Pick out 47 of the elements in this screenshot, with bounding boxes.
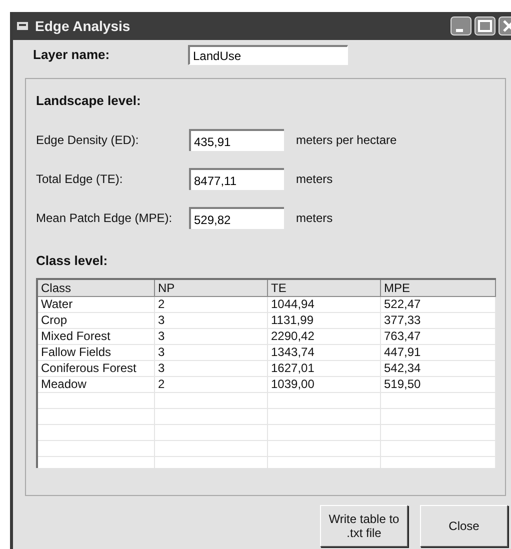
table-cell: 2 xyxy=(155,377,268,392)
metric-label: Mean Patch Edge (MPE): xyxy=(36,210,174,226)
table-cell: 2 xyxy=(155,297,268,312)
write-table-button[interactable]: Write table to .txt file xyxy=(320,505,408,547)
maximize-icon[interactable] xyxy=(474,16,496,36)
column-header[interactable]: Class xyxy=(38,280,155,297)
table-cell: 542,34 xyxy=(381,361,496,376)
table-cell: 522,47 xyxy=(381,297,496,312)
table-cell: Water xyxy=(38,297,155,312)
unit-label: meters xyxy=(296,210,333,226)
metric-field[interactable]: 8477,11 xyxy=(189,168,284,190)
section-heading: Landscape level: xyxy=(36,92,142,110)
table-cell: 1039,00 xyxy=(268,377,381,392)
window-icon xyxy=(17,21,29,31)
table-cell: 1343,74 xyxy=(268,345,381,360)
table-cell: Coniferous Forest xyxy=(38,361,155,376)
table-cell: Crop xyxy=(38,313,155,328)
unit-label: meters xyxy=(296,170,333,188)
metric-field[interactable]: 435,91 xyxy=(189,128,284,150)
column-header[interactable]: MPE xyxy=(381,280,496,297)
unit-label: meters per hectare xyxy=(296,132,397,148)
layer-name-label: Layer name: xyxy=(33,46,111,64)
table-cell: 447,91 xyxy=(381,345,496,360)
table-cell: Mixed Forest xyxy=(38,329,155,344)
table-cell: 1627,01 xyxy=(268,361,381,376)
column-header[interactable]: TE xyxy=(268,280,381,297)
window-title: Edge Analysis xyxy=(35,16,132,36)
table-cell: 1044,94 xyxy=(268,297,381,312)
table-cell: 1131,99 xyxy=(268,313,381,328)
section-heading: Class level: xyxy=(36,252,109,270)
table-cell: 3 xyxy=(155,345,268,360)
metric-label: Edge Density (ED): xyxy=(36,132,140,148)
table-cell: 3 xyxy=(155,329,268,344)
metric-field[interactable]: 529,82 xyxy=(189,206,284,228)
table-cell: 2290,42 xyxy=(268,329,381,344)
table-cell: 519,50 xyxy=(381,377,496,392)
table-cell: 3 xyxy=(155,361,268,376)
table-cell: 3 xyxy=(155,313,268,328)
metric-label: Total Edge (TE): xyxy=(36,170,124,188)
close-button[interactable]: Close xyxy=(420,505,508,547)
table-cell: Meadow xyxy=(38,377,155,392)
table-cell: 763,47 xyxy=(381,329,496,344)
column-header[interactable]: NP xyxy=(155,280,268,297)
layer-name-field[interactable]: LandUse xyxy=(188,45,348,65)
minimize-icon[interactable] xyxy=(450,16,472,36)
table-cell: Fallow Fields xyxy=(38,345,155,360)
table-cell: 377,33 xyxy=(381,313,496,328)
